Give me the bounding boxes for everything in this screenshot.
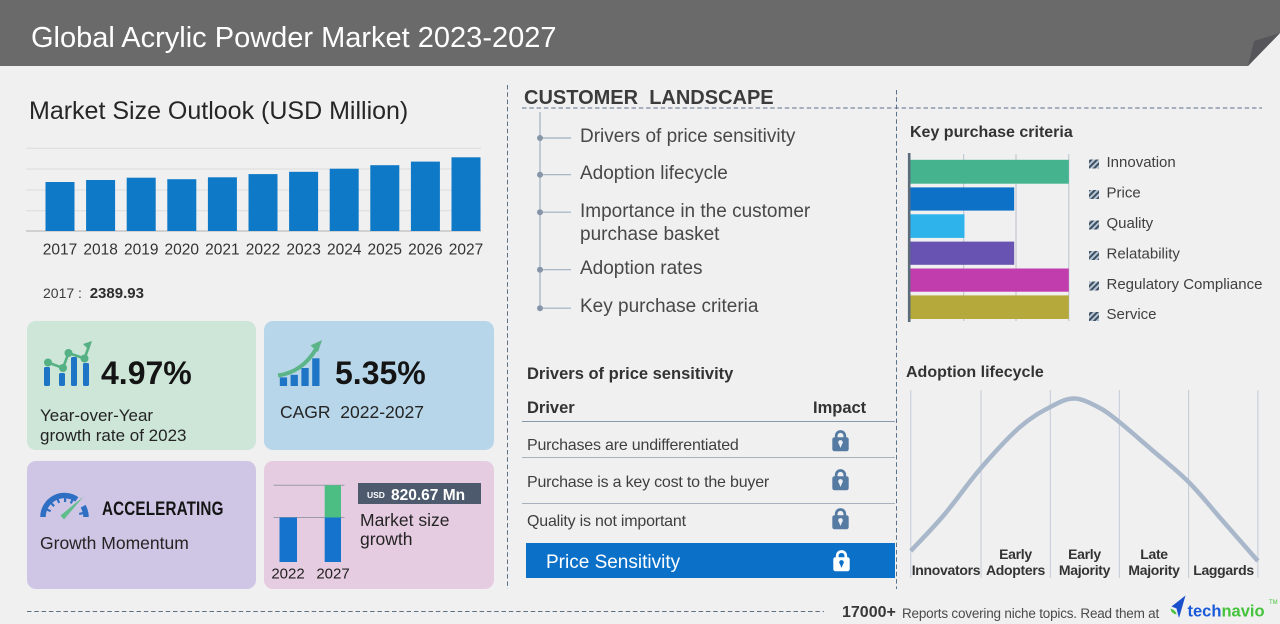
svg-text:TM: TM: [1269, 600, 1278, 606]
svg-text:Regulatory Compliance: Regulatory Compliance: [1107, 276, 1263, 293]
svg-text:Price: Price: [1107, 184, 1141, 201]
svg-text:Innovation: Innovation: [1107, 155, 1176, 171]
svg-text:technavio: technavio: [1188, 603, 1265, 621]
svg-text:Quality: Quality: [1107, 215, 1154, 232]
svg-text:Service: Service: [1107, 306, 1157, 323]
svg-text:Relatability: Relatability: [1107, 246, 1181, 263]
